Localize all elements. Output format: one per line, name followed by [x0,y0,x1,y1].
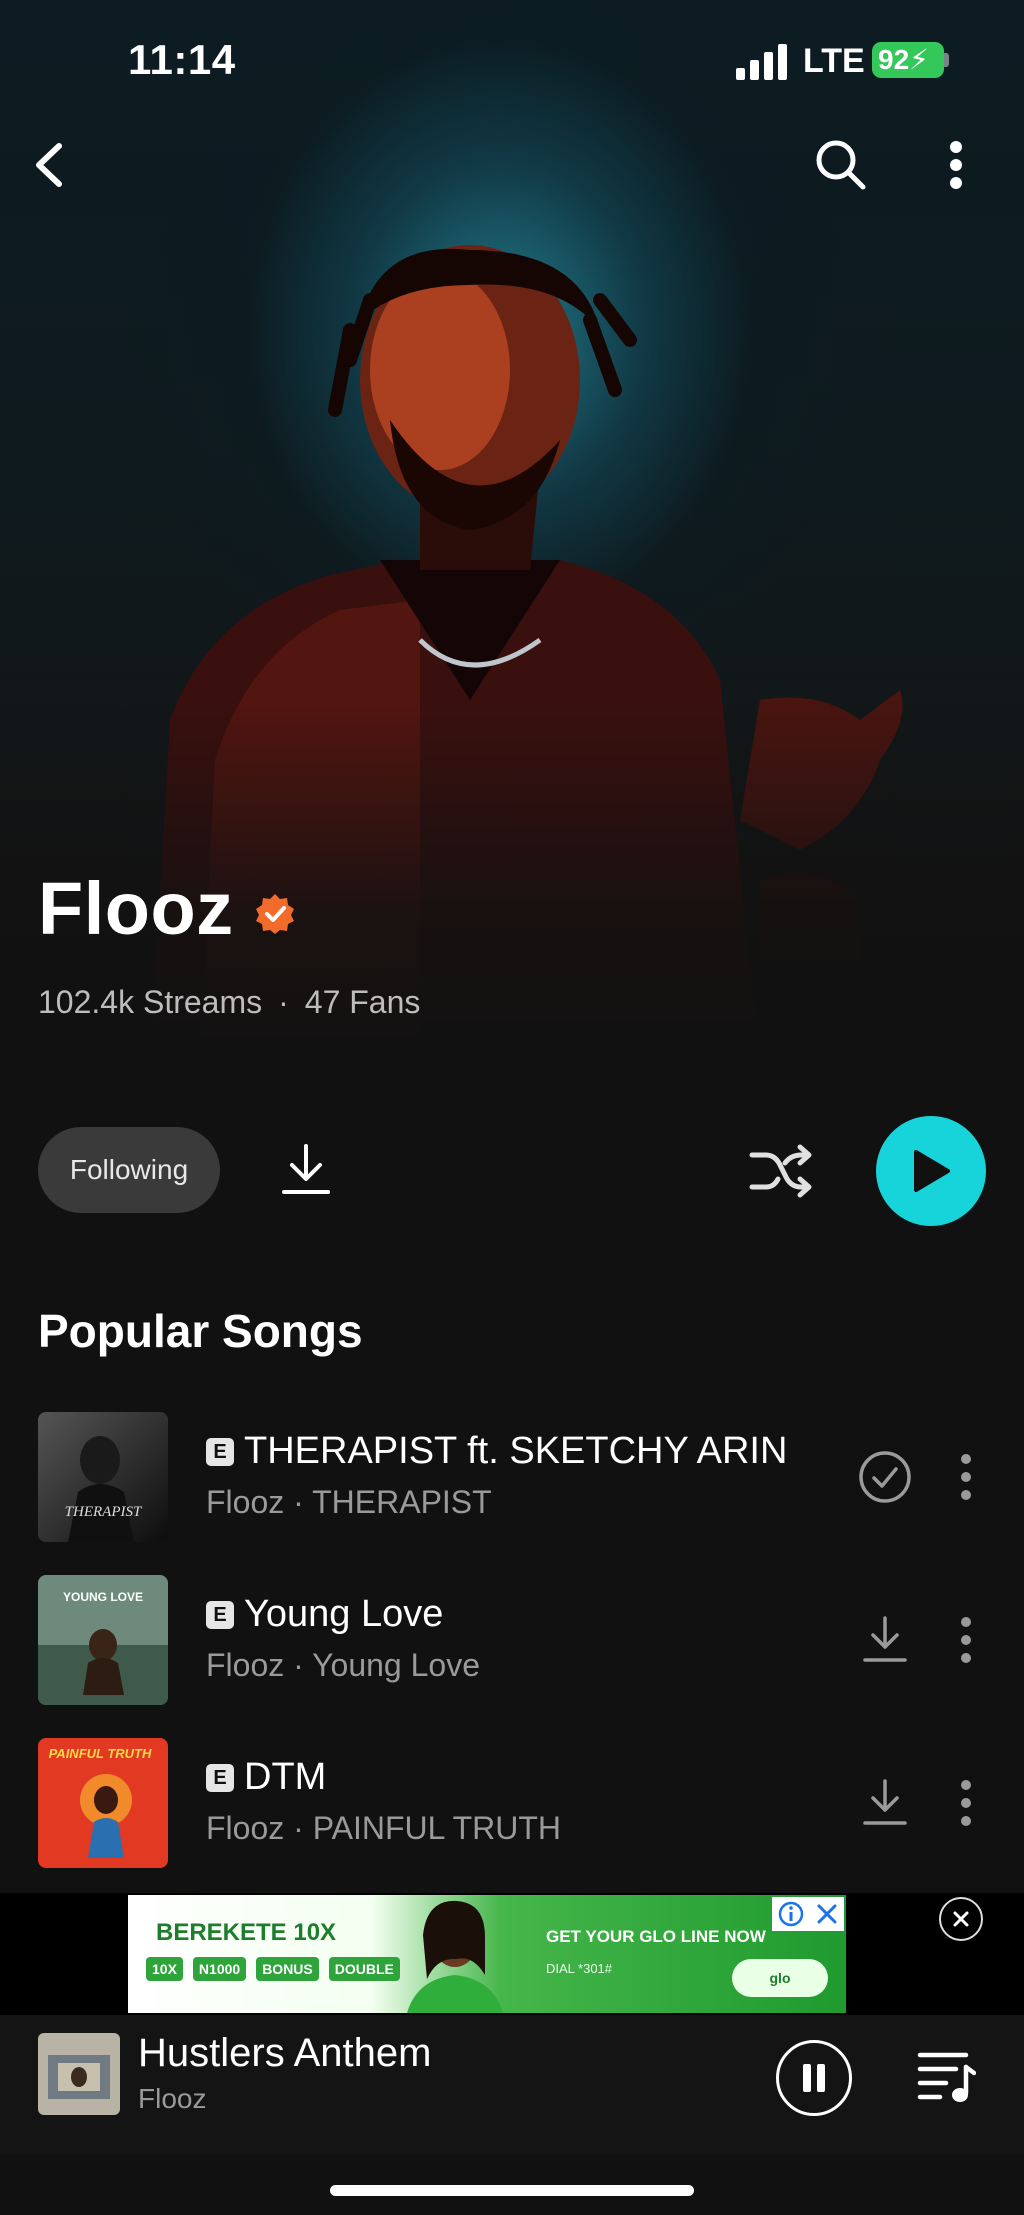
song-title: DTM [244,1756,327,1798]
svg-text:THERAPIST: THERAPIST [65,1504,143,1520]
close-icon [953,1911,969,1927]
streams-count: 102.4k Streams [38,984,263,1020]
svg-text:YOUNG LOVE: YOUNG LOVE [63,1590,143,1604]
mini-player[interactable]: Hustlers Anthem Flooz [0,2015,1024,2155]
song-row[interactable]: YOUNG LOVE E Young Love Flooz · Young Lo… [0,1575,1024,1705]
now-playing-artwork [38,2033,120,2115]
info-icon [778,1901,804,1927]
download-icon [282,1144,330,1194]
artist-name: Flooz [38,867,234,950]
song-subtitle: Flooz · Young Love [206,1647,480,1683]
following-button[interactable]: Following [38,1127,220,1213]
download-icon [863,1616,907,1662]
download-button[interactable] [854,1609,916,1671]
ad-headline: BEREKETE 10X [156,1919,337,1946]
artist-stats: 102.4k Streams · 47 Fans [38,984,420,1021]
queue-icon[interactable] [916,2049,976,2105]
ad-banner[interactable]: BEREKETE 10X 10X N1000 BONUS DOUBLE GET … [128,1895,846,2013]
ad-offer: 10X [146,1957,183,1981]
stats-separator: · [278,984,289,1020]
song-subtitle: Flooz · PAINFUL TRUTH [206,1810,561,1846]
song-artwork: YOUNG LOVE [38,1575,168,1705]
song-row[interactable]: PAINFUL TRUTH E DTM Flooz · PAINFUL TRUT… [0,1738,1024,1868]
ad-choices[interactable] [772,1897,844,1931]
explicit-badge: E [206,1764,234,1792]
popular-songs-title: Popular Songs [38,1305,363,1357]
ad-close-button[interactable] [939,1897,983,1941]
shuffle-icon [749,1144,812,1198]
song-row[interactable]: THERAPIST E THERAPIST ft. SKETCHY ARIN F… [0,1412,1024,1542]
search-icon [816,140,866,190]
download-button[interactable] [854,1772,916,1834]
now-playing-artist: Flooz [138,2083,207,2114]
downloaded-button[interactable] [854,1446,916,1508]
network-type: LTE [803,42,865,80]
ad-logo: glo [732,1959,828,1997]
more-options-button[interactable] [930,130,982,200]
explicit-badge: E [206,1438,234,1466]
ad-offer: DOUBLE [328,1957,400,1981]
song-artwork: THERAPIST [38,1412,168,1542]
song-title: THERAPIST ft. SKETCHY ARIN [244,1430,788,1472]
battery-tip [944,53,949,67]
song-more-button[interactable] [946,1768,986,1838]
ad-offer: N1000 [192,1957,247,1981]
ad-cta: GET YOUR GLO LINE NOW [546,1927,766,1946]
now-playing-title: Hustlers Anthem [138,2031,432,2075]
ad-offers: 10X N1000 BONUS DOUBLE [146,1957,400,1981]
song-more-button[interactable] [946,1442,986,1512]
shuffle-button[interactable] [748,1137,814,1203]
signal-icon [736,44,787,80]
play-all-button[interactable] [876,1116,986,1226]
song-artwork: PAINFUL TRUTH [38,1738,168,1868]
charging-icon: ⚡ [909,44,929,75]
back-button[interactable] [20,130,76,200]
ad-offer: BONUS [256,1957,319,1981]
check-circle-icon [859,1451,911,1503]
pause-button[interactable] [776,2040,852,2116]
close-icon [817,1904,837,1924]
battery-icon: 92⚡ [872,42,944,78]
search-button[interactable] [806,130,876,200]
fans-count: 47 Fans [304,984,421,1020]
download-icon [863,1779,907,1825]
download-all-button[interactable] [276,1140,336,1200]
song-subtitle: Flooz · THERAPIST [206,1484,492,1520]
play-icon [914,1150,950,1192]
song-more-button[interactable] [946,1605,986,1675]
battery-level: 92 [878,44,910,75]
home-indicator [330,2185,694,2196]
svg-text:PAINFUL TRUTH: PAINFUL TRUTH [49,1746,152,1761]
verified-badge-icon [256,894,294,934]
ad-person-image [407,1900,503,2013]
status-bar: 11:14 LTE 92⚡ [0,0,1024,120]
more-vertical-icon [961,1617,971,1663]
more-vertical-icon [961,1780,971,1826]
more-vertical-icon [961,1454,971,1500]
explicit-badge: E [206,1601,234,1629]
ad-dial: DIAL *301# [546,1961,613,1976]
more-vertical-icon [950,141,962,189]
status-time: 11:14 [128,36,236,83]
chevron-left-icon [36,143,62,187]
pause-icon [803,2064,825,2092]
song-title: Young Love [244,1593,444,1635]
